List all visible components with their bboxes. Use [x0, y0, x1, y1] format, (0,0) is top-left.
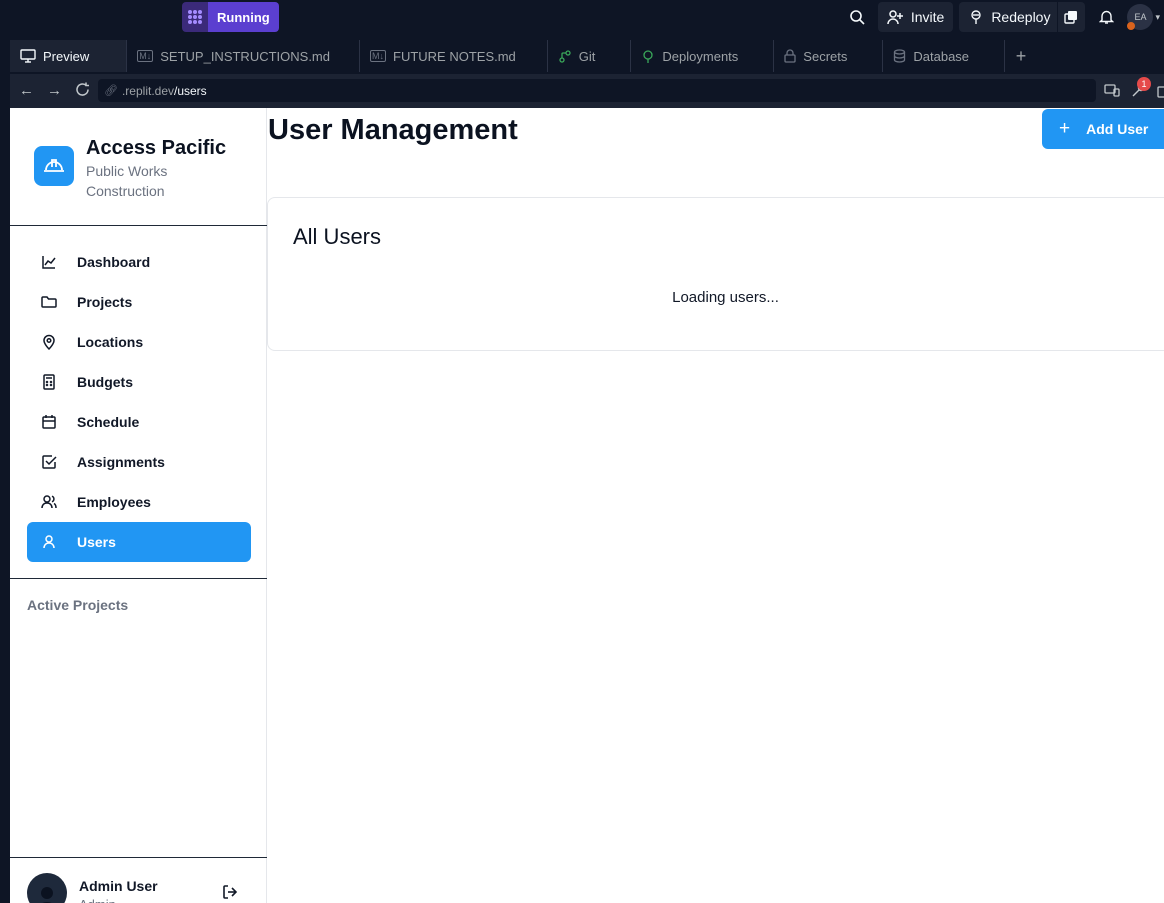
- sidebar-item-locations[interactable]: Locations: [27, 322, 251, 362]
- page-title: User Management: [268, 114, 518, 146]
- sidebar-item-projects[interactable]: Projects: [27, 282, 251, 322]
- avatar: [27, 873, 67, 903]
- sidebar-item-label: Assignments: [77, 454, 165, 470]
- sidebar-item-label: Budgets: [77, 374, 133, 390]
- users-card: All Users Loading users...: [267, 197, 1164, 351]
- tab-label: FUTURE NOTES.md: [393, 48, 516, 64]
- sidebar-item-label: Dashboard: [77, 254, 151, 270]
- url-input[interactable]: 🔗︎ .replit.dev/users: [98, 79, 1096, 102]
- card-title: All Users: [293, 224, 382, 249]
- tab-git[interactable]: Git: [547, 40, 632, 72]
- notification-badge: 1: [1137, 77, 1151, 91]
- user-icon: [43, 535, 55, 549]
- logout-icon[interactable]: [222, 884, 238, 903]
- external-window-icon[interactable]: [1157, 84, 1164, 103]
- tab-label: Database: [913, 48, 970, 64]
- sidebar-item-assignments[interactable]: Assignments: [27, 442, 251, 482]
- preview-url-bar: ← → 🔗︎ .replit.dev/users 1: [10, 74, 1164, 108]
- divider: [10, 578, 267, 579]
- deployments-icon: [643, 50, 654, 63]
- current-user-name: Admin User: [79, 878, 158, 894]
- sidebar-item-schedule[interactable]: Schedule: [27, 402, 251, 442]
- active-projects-heading: Active Projects: [27, 597, 129, 613]
- sidebar-item-users[interactable]: Users: [27, 522, 251, 562]
- sidebar: Access Pacific Public Works Construction…: [10, 108, 267, 903]
- status-dot: [1127, 22, 1136, 30]
- hard-hat-icon: [34, 146, 74, 186]
- current-user-role: Admin: [79, 897, 116, 903]
- sidebar-item-dashboard[interactable]: Dashboard: [27, 242, 251, 282]
- run-button[interactable]: Running: [182, 2, 279, 32]
- sidebar-item-label: Schedule: [77, 414, 140, 430]
- invite-button[interactable]: Invite: [877, 2, 954, 32]
- add-user-button[interactable]: + Add User: [1042, 109, 1164, 149]
- divider: [10, 225, 267, 226]
- user-plus-icon: [887, 10, 903, 25]
- monitor-icon: [20, 49, 36, 63]
- bell-icon[interactable]: [1091, 2, 1121, 32]
- search-icon[interactable]: [842, 2, 872, 32]
- new-tab-button[interactable]: +: [1005, 40, 1037, 72]
- tab-secrets[interactable]: Secrets: [774, 40, 884, 72]
- redeploy-label: Redeploy: [991, 9, 1051, 25]
- sidebar-item-label: Users: [77, 534, 116, 550]
- tab-setup-instructions[interactable]: M↓ SETUP_INSTRUCTIONS.md: [127, 40, 360, 72]
- map-pin-icon: [43, 334, 55, 350]
- sidebar-item-label: Projects: [77, 294, 133, 310]
- check-square-icon: [42, 455, 57, 469]
- link-icon: 🔗︎: [104, 85, 118, 97]
- account-avatar[interactable]: EA: [1127, 4, 1154, 30]
- tab-label: Deployments: [662, 48, 739, 64]
- forward-arrow-icon[interactable]: →: [47, 82, 62, 99]
- copy-icon[interactable]: [1057, 2, 1083, 32]
- sidebar-item-label: Employees: [77, 494, 151, 510]
- editor-tabs: Preview M↓ SETUP_INSTRUCTIONS.md M↓ FUTU…: [10, 40, 1037, 72]
- calculator-icon: [43, 374, 55, 390]
- tab-preview[interactable]: Preview: [10, 40, 128, 72]
- url-domain: .replit.dev: [121, 83, 174, 98]
- tab-deployments[interactable]: Deployments: [631, 40, 775, 72]
- chart-line-icon: [42, 256, 56, 269]
- deploy-icon: [971, 10, 982, 24]
- database-icon: [894, 49, 906, 63]
- tab-label: SETUP_INSTRUCTIONS.md: [160, 48, 330, 64]
- tab-label: Secrets: [803, 48, 848, 64]
- sidebar-item-budgets[interactable]: Budgets: [27, 362, 251, 402]
- run-status-label: Running: [208, 2, 279, 32]
- tab-label: Preview: [43, 48, 90, 64]
- markdown-icon: M↓: [137, 50, 154, 62]
- redeploy-button[interactable]: Redeploy: [959, 2, 1086, 32]
- app-preview: Access Pacific Public Works Construction…: [10, 108, 1164, 903]
- replit-logo-icon: [182, 2, 208, 32]
- loading-status: Loading users...: [672, 289, 779, 306]
- reload-icon[interactable]: [75, 82, 90, 101]
- lock-icon: [784, 49, 796, 63]
- calendar-icon: [42, 415, 56, 429]
- tab-label: Git: [578, 48, 596, 64]
- ide-topbar: Running Invite Redeploy EA ▾: [0, 0, 1164, 36]
- back-arrow-icon[interactable]: ←: [19, 82, 34, 99]
- devices-icon[interactable]: [1104, 83, 1120, 102]
- sidebar-nav: Dashboard Projects Locations Budgets Sch…: [27, 242, 251, 562]
- brand-subtitle: Public Works Construction: [86, 163, 168, 199]
- divider: [10, 857, 267, 858]
- url-path: /users: [174, 83, 207, 98]
- account-initials: EA: [1134, 12, 1147, 22]
- users-icon: [41, 495, 57, 509]
- tab-future-notes[interactable]: M↓ FUTURE NOTES.md: [360, 40, 548, 72]
- sidebar-item-employees[interactable]: Employees: [27, 482, 251, 522]
- brand-name: Access Pacific: [86, 137, 227, 159]
- chevron-down-icon[interactable]: ▾: [1155, 12, 1160, 23]
- markdown-icon: M↓: [370, 50, 386, 62]
- add-user-label: Add User: [1086, 121, 1149, 137]
- plus-icon: +: [1059, 118, 1071, 139]
- sidebar-item-label: Locations: [77, 334, 144, 350]
- git-icon: [559, 50, 571, 63]
- tab-database[interactable]: Database: [883, 40, 1006, 72]
- folder-icon: [41, 296, 57, 308]
- invite-label: Invite: [910, 9, 945, 25]
